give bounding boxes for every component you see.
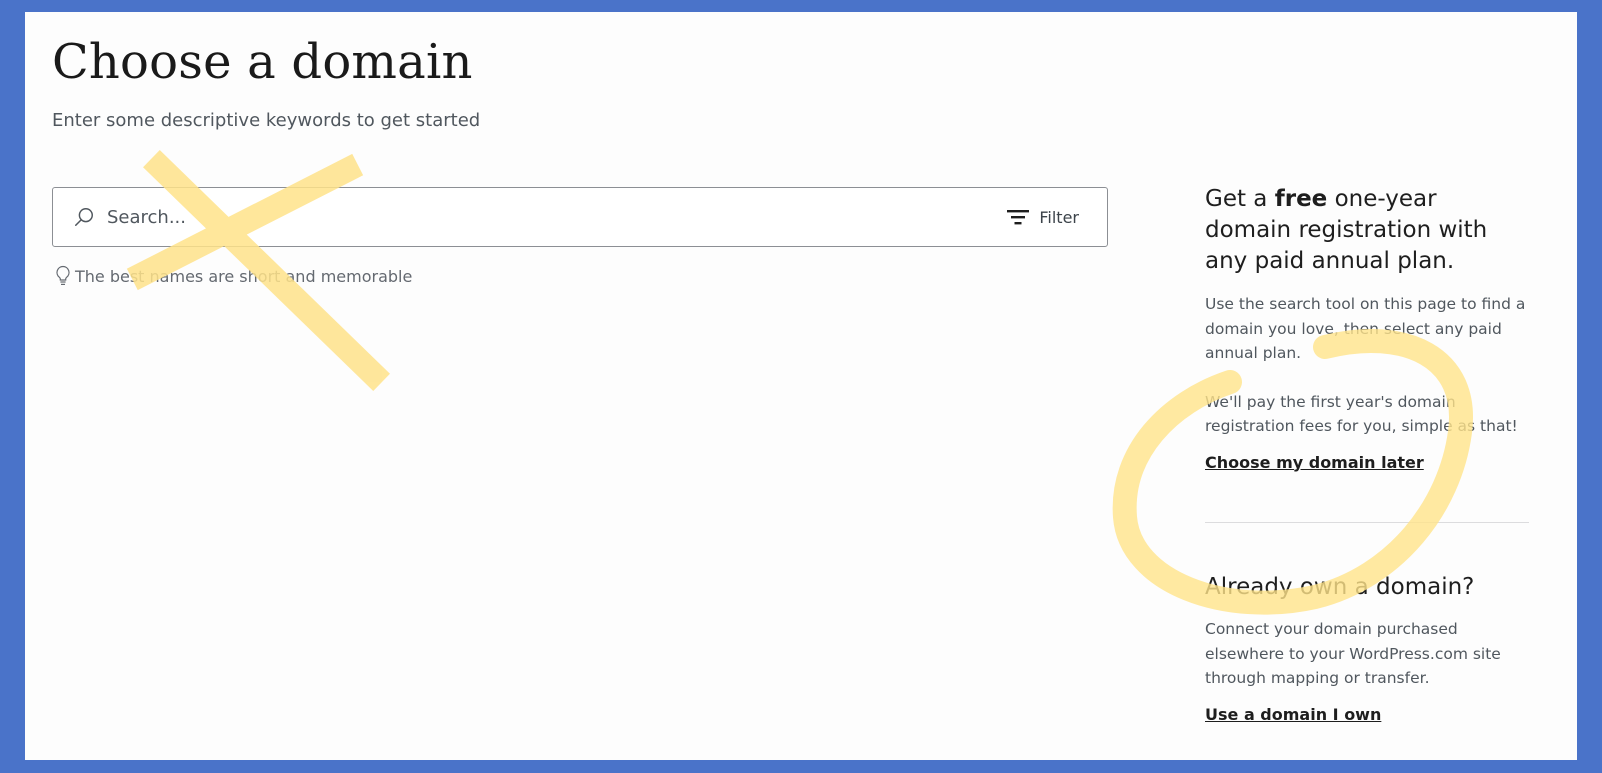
own-domain-text: Connect your domain purchased elsewhere … (1205, 620, 1501, 687)
promo-title: Get a free one-year domain registration … (1205, 186, 1488, 274)
own-domain-panel: Already own a domain? Connect your domai… (1205, 572, 1527, 724)
page-subtitle: Enter some descriptive keywords to get s… (52, 110, 481, 131)
choose-later-link[interactable]: Choose my domain later (1205, 453, 1424, 472)
lightbulb-icon (56, 265, 70, 285)
search-hint: The best names are short and memorable (55, 265, 412, 287)
page-title: Choose a domain (52, 34, 473, 90)
page-frame: Choose a domain Enter some descriptive k… (25, 12, 1577, 760)
search-icon (75, 208, 93, 226)
hint-text: The best names are short and memorable (75, 266, 413, 286)
filter-button[interactable]: Filter (1007, 204, 1079, 230)
filter-icon (1007, 210, 1030, 225)
filter-label: Filter (1039, 207, 1079, 227)
promo-panel: Get a free one-year domain registration … (1205, 184, 1527, 472)
use-own-domain-link[interactable]: Use a domain I own (1205, 705, 1381, 724)
search-box[interactable]: Filter (52, 187, 1108, 247)
section-divider (1205, 522, 1529, 523)
own-domain-title: Already own a domain? (1205, 574, 1475, 600)
search-input[interactable] (107, 203, 927, 231)
promo-text-1: Use the search tool on this page to find… (1205, 295, 1526, 362)
promo-text-2: We'll pay the first year's domain regist… (1205, 392, 1518, 436)
